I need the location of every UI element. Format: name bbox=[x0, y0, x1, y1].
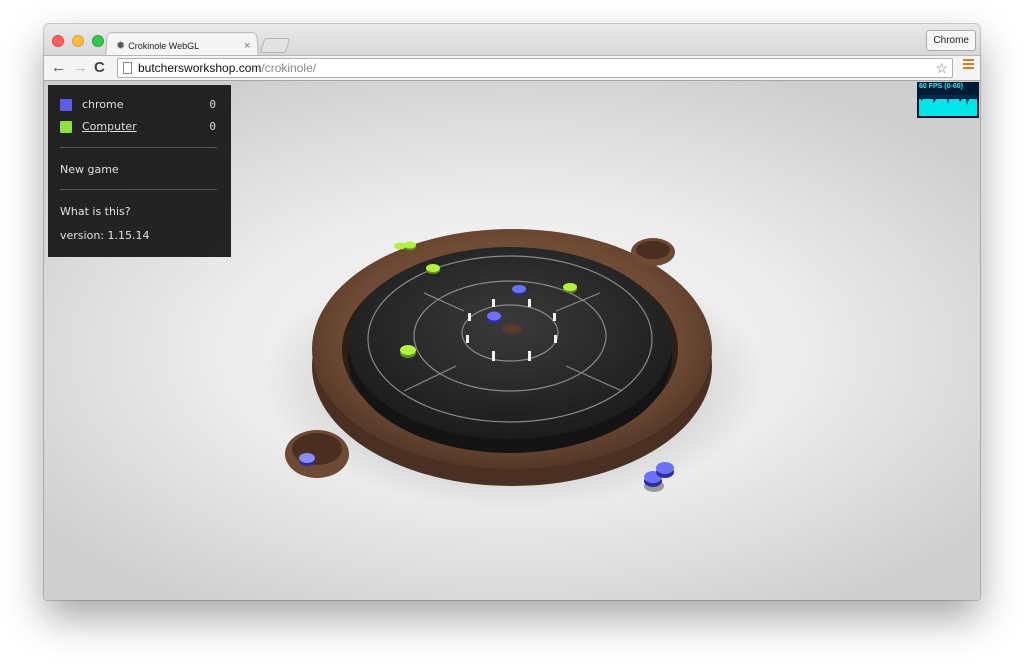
green-disc-top bbox=[426, 264, 440, 272]
player-score: 0 bbox=[209, 98, 216, 111]
bookmark-star-icon[interactable]: ☆ bbox=[935, 59, 948, 77]
pocket-top-right-inner bbox=[636, 241, 670, 259]
back-arrow-icon[interactable]: ← bbox=[51, 58, 66, 78]
green-disc-top bbox=[563, 283, 577, 291]
url-host: butchersworkshop.com bbox=[138, 61, 262, 75]
url-path: /crokinole/ bbox=[261, 61, 317, 75]
green-disc-top bbox=[394, 242, 406, 250]
window-zoom-button[interactable] bbox=[92, 35, 104, 47]
webgl-canvas[interactable]: chrome 0 Computer 0 New game What is thi… bbox=[44, 81, 980, 600]
blue-disc-top bbox=[512, 285, 526, 293]
player-row-chrome: chrome 0 bbox=[60, 97, 220, 113]
divider bbox=[60, 147, 217, 148]
peg bbox=[466, 335, 469, 343]
blue-disc-top bbox=[299, 453, 315, 463]
forward-arrow-icon[interactable]: → bbox=[73, 58, 88, 78]
tab-title: Crokinole WebGL bbox=[128, 41, 200, 51]
url-text[interactable]: butchersworkshop.com/crokinole/ bbox=[138, 59, 316, 77]
center-hole bbox=[502, 324, 522, 334]
game-panel: chrome 0 Computer 0 New game What is thi… bbox=[48, 85, 231, 257]
player-row-computer: Computer 0 bbox=[60, 119, 220, 135]
player-score: 0 bbox=[209, 120, 216, 133]
address-bar[interactable]: butchersworkshop.com/crokinole/ ☆ bbox=[117, 58, 953, 78]
new-game-button[interactable]: New game bbox=[60, 162, 119, 178]
profile-button[interactable]: Chrome bbox=[926, 30, 976, 51]
peg bbox=[554, 335, 557, 343]
peg bbox=[528, 299, 531, 307]
peg bbox=[528, 351, 531, 361]
tab-strip: ✹ Crokinole WebGL × Chrome bbox=[44, 24, 980, 57]
blue-disc-top bbox=[656, 462, 674, 474]
what-is-this-link[interactable]: What is this? bbox=[60, 204, 131, 220]
player-color-swatch bbox=[60, 99, 72, 111]
window-close-button[interactable] bbox=[52, 35, 64, 47]
peg bbox=[492, 351, 495, 361]
fps-graph bbox=[919, 95, 977, 116]
player-name-link[interactable]: Computer bbox=[82, 119, 137, 135]
version-text: version: 1.15.14 bbox=[60, 229, 150, 242]
board-surface bbox=[348, 247, 672, 439]
peg bbox=[468, 313, 471, 321]
fps-stats-widget[interactable]: 60 FPS (0-60) bbox=[917, 82, 979, 118]
green-disc-top bbox=[404, 241, 416, 249]
tab-label-group[interactable]: ✹ Crokinole WebGL bbox=[116, 37, 256, 55]
player-name: chrome bbox=[82, 98, 124, 111]
fps-label: 60 FPS (0-60) bbox=[919, 83, 963, 90]
browser-menu-icon[interactable] bbox=[963, 59, 974, 69]
gear-icon: ✹ bbox=[116, 39, 126, 52]
reload-icon[interactable]: C bbox=[94, 58, 105, 78]
blue-disc-top bbox=[487, 311, 501, 321]
new-tab-button[interactable] bbox=[259, 38, 291, 53]
browser-window: ✹ Crokinole WebGL × Chrome ← → C butcher… bbox=[44, 24, 980, 600]
window-minimize-button[interactable] bbox=[72, 35, 84, 47]
peg bbox=[553, 313, 556, 321]
browser-toolbar: ← → C butchersworkshop.com/crokinole/ ☆ bbox=[44, 55, 980, 81]
page-icon bbox=[123, 62, 132, 74]
peg bbox=[492, 299, 495, 307]
green-disc-top bbox=[400, 345, 416, 355]
close-tab-icon[interactable]: × bbox=[244, 37, 250, 55]
player-color-swatch bbox=[60, 121, 72, 133]
divider bbox=[60, 189, 217, 190]
